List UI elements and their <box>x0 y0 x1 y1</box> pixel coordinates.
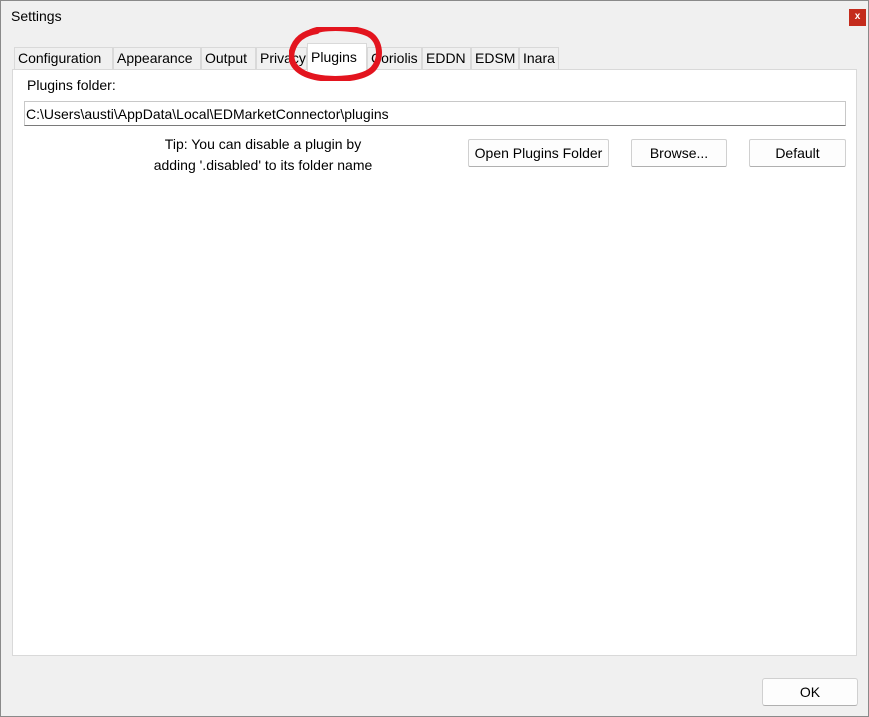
plugin-tip-text: Tip: You can disable a plugin by adding … <box>93 134 433 176</box>
tab-coriolis[interactable]: Coriolis <box>367 47 422 69</box>
tab-plugins[interactable]: Plugins <box>307 43 367 71</box>
open-plugins-folder-button[interactable]: Open Plugins Folder <box>468 139 609 167</box>
tab-privacy[interactable]: Privacy <box>256 47 307 69</box>
window-title: Settings <box>11 8 62 24</box>
plugin-tip-line-2: adding '.disabled' to its folder name <box>153 157 373 173</box>
plugin-tip-line-1: Tip: You can disable a plugin by <box>164 136 362 152</box>
plugins-tab-panel: Plugins folder: Tip: You can disable a p… <box>12 69 857 656</box>
ok-button[interactable]: OK <box>762 678 858 706</box>
plugins-folder-input[interactable] <box>24 101 846 126</box>
tab-configuration[interactable]: Configuration <box>14 47 113 69</box>
default-button[interactable]: Default <box>749 139 846 167</box>
tab-inara[interactable]: Inara <box>519 47 559 69</box>
plugins-folder-label: Plugins folder: <box>27 77 116 93</box>
close-button[interactable]: x <box>849 9 866 26</box>
title-bar[interactable]: Settings x <box>1 1 868 33</box>
settings-window: Settings x Configuration Appearance Outp… <box>0 0 869 717</box>
tab-edsm[interactable]: EDSM <box>471 47 519 69</box>
tab-eddn[interactable]: EDDN <box>422 47 471 69</box>
tab-appearance[interactable]: Appearance <box>113 47 201 69</box>
browse-button[interactable]: Browse... <box>631 139 727 167</box>
close-icon: x <box>854 11 861 22</box>
tab-output[interactable]: Output <box>201 47 256 69</box>
